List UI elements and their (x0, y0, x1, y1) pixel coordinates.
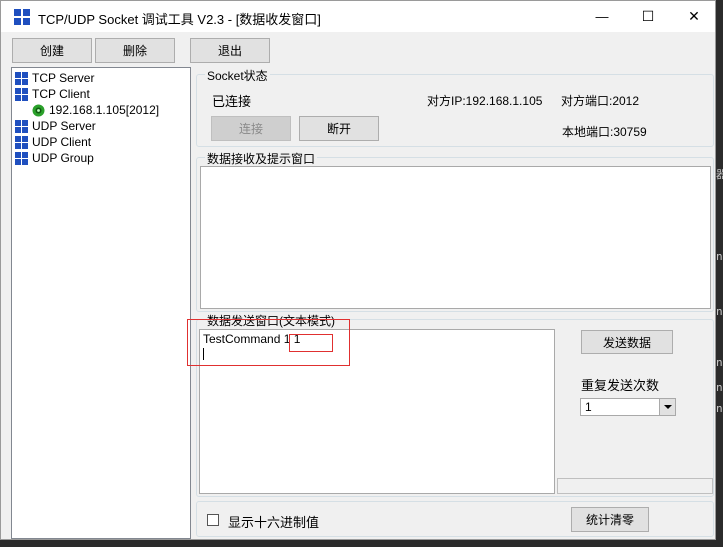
grid-icon (15, 151, 28, 165)
bg-text: ns (716, 402, 723, 415)
bg-text: ns (716, 356, 723, 369)
repeat-count-label: 重复发送次数 (581, 378, 660, 393)
maximize-button[interactable]: ☐ (625, 1, 671, 32)
local-port: 本地端口:30759 (562, 125, 647, 139)
remote-ip: 对方IP:192.168.1.105 (427, 94, 543, 108)
grid-icon (15, 71, 28, 85)
hex-checkbox[interactable] (207, 514, 219, 526)
tree-item-udp-group[interactable]: UDP Group (15, 150, 94, 166)
close-icon: ✕ (688, 8, 700, 24)
tree-item-label: UDP Server (32, 119, 96, 133)
send-data-button[interactable]: 发送数据 (581, 330, 673, 354)
hex-checkbox-label: 显示十六进制值 (228, 515, 320, 530)
socket-status-group: Socket状态 已连接 对方IP:192.168.1.105 对方端口:201… (196, 67, 714, 147)
tree-item-label: UDP Group (32, 151, 94, 165)
grid-icon (15, 119, 28, 133)
bottom-bar: 显示十六进制值 统计清零 (196, 501, 714, 537)
tree-item-connection[interactable]: 192.168.1.105[2012] (32, 102, 159, 118)
connect-button[interactable]: 连接 (211, 116, 291, 141)
annotation-box-inner (289, 334, 333, 352)
exit-button[interactable]: 退出 (190, 38, 270, 63)
chevron-down-icon[interactable] (659, 399, 675, 415)
tree-item-label: 192.168.1.105[2012] (49, 103, 160, 117)
disconnect-button[interactable]: 断开 (299, 116, 379, 141)
bg-text: ns (716, 250, 723, 263)
bg-text: 器 (716, 168, 723, 181)
connection-tree[interactable]: TCP Server TCP Client 192.168.1.105[2012… (11, 67, 191, 539)
minimize-button[interactable]: — (579, 1, 625, 32)
bg-text: ns (716, 381, 723, 394)
bg-text: ns (716, 305, 723, 318)
receive-textarea[interactable] (200, 166, 711, 309)
connected-globe-icon (32, 104, 45, 116)
tree-item-udp-client[interactable]: UDP Client (15, 134, 91, 150)
receive-group: 数据接收及提示窗口 (196, 150, 714, 312)
tree-item-udp-server[interactable]: UDP Server (15, 118, 96, 134)
create-button[interactable]: 创建 (12, 38, 92, 63)
delete-button[interactable]: 删除 (95, 38, 175, 63)
remote-port: 对方端口:2012 (561, 94, 640, 108)
maximize-icon: ☐ (641, 8, 655, 24)
repeat-count-value: 1 (585, 400, 592, 414)
window-title: TCP/UDP Socket 调试工具 V2.3 - [数据收发窗口] (38, 12, 321, 27)
tree-item-tcp-client[interactable]: TCP Client (15, 86, 90, 102)
tree-item-tcp-server[interactable]: TCP Server (15, 70, 94, 86)
connection-status: 已连接 (212, 94, 252, 109)
app-window: TCP/UDP Socket 调试工具 V2.3 - [数据收发窗口] — ☐ … (0, 0, 716, 540)
grid-icon (15, 87, 28, 101)
close-button[interactable]: ✕ (671, 1, 717, 32)
app-icon (14, 9, 30, 25)
minimize-icon: — (595, 9, 609, 24)
status-strip (557, 478, 713, 494)
clear-stats-button[interactable]: 统计清零 (571, 507, 649, 532)
tree-item-label: UDP Client (32, 135, 92, 149)
socket-status-title: Socket状态 (205, 67, 270, 84)
receive-title: 数据接收及提示窗口 (205, 150, 318, 167)
title-bar[interactable]: TCP/UDP Socket 调试工具 V2.3 - [数据收发窗口] — ☐ … (1, 1, 715, 32)
tree-item-label: TCP Server (32, 71, 95, 85)
tree-item-label: TCP Client (32, 87, 90, 101)
grid-icon (15, 135, 28, 149)
repeat-count-select[interactable]: 1 (580, 398, 676, 416)
